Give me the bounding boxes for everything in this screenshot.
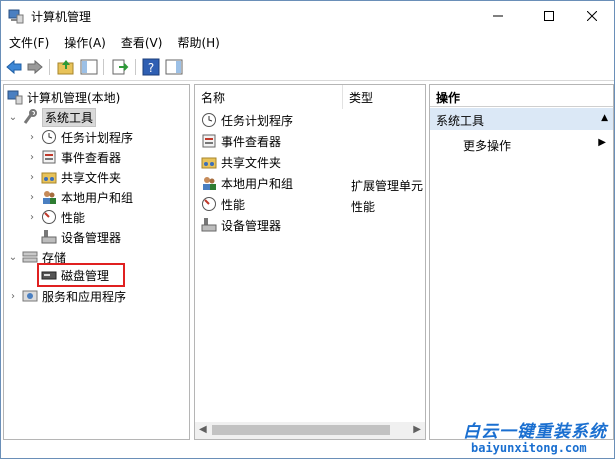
- event-viewer-icon: [202, 134, 216, 148]
- tree-label: 性能: [61, 210, 86, 225]
- computer-management-window: 计算机管理 文件(F) 操作(A) 查看(V) 帮助(H) ? 计算机管理(本地…: [0, 0, 615, 459]
- tree-item-performance[interactable]: › 性能: [26, 207, 85, 227]
- device-manager-icon: [201, 218, 217, 232]
- list-item-name: 事件查看器: [221, 134, 282, 149]
- chevron-right-icon[interactable]: ›: [26, 191, 38, 203]
- forward-arrow-icon[interactable]: [26, 58, 44, 76]
- tree-label: 任务计划程序: [61, 130, 134, 145]
- list-item-name: 任务计划程序: [221, 113, 294, 128]
- window-title: 计算机管理: [31, 10, 92, 24]
- scrollbar-thumb[interactable]: [212, 425, 390, 435]
- column-header-name[interactable]: 名称: [195, 85, 343, 109]
- actions-section-system-tools[interactable]: 系统工具: [430, 108, 613, 130]
- list-item-type: 性能: [351, 200, 376, 214]
- chevron-right-icon[interactable]: ›: [26, 131, 38, 143]
- tree-item-event-viewer[interactable]: › 事件查看器: [26, 147, 121, 167]
- list-item-name: 设备管理器: [221, 218, 282, 233]
- tree-label: 服务和应用程序: [42, 289, 127, 304]
- list-item[interactable]: 本地用户和组: [201, 173, 293, 193]
- horizontal-scrollbar[interactable]: ◀ ▶: [195, 422, 425, 439]
- device-manager-icon: [41, 230, 57, 244]
- list-view-pane: 名称 类型 任务计划程序 事件查看器 共享文件夹 本地用户和组 扩展管理单元 性…: [194, 84, 426, 440]
- submenu-arrow-icon: ▶: [598, 137, 606, 148]
- svg-text:?: ?: [148, 61, 154, 75]
- maximize-button[interactable]: [526, 1, 572, 31]
- tree-label: 设备管理器: [61, 230, 122, 245]
- chevron-right-icon[interactable]: ›: [26, 211, 38, 223]
- more-actions-item[interactable]: 更多操作: [463, 137, 511, 154]
- list-item[interactable]: 任务计划程序: [201, 110, 293, 130]
- tree-label: 共享文件夹: [61, 170, 122, 185]
- services-icon: [22, 290, 38, 302]
- list-item[interactable]: 事件查看器: [201, 131, 281, 151]
- menu-bar: 文件(F) 操作(A) 查看(V) 帮助(H): [1, 31, 614, 53]
- close-button[interactable]: [569, 1, 615, 31]
- users-icon: [43, 191, 56, 204]
- shared-folder-icon: [41, 172, 57, 184]
- list-item-name: 本地用户和组: [221, 176, 294, 191]
- actions-pane: 操作 系统工具 ▲ 更多操作 ▶: [429, 84, 614, 440]
- list-item-name: 共享文件夹: [221, 155, 282, 170]
- watermark-logo: 白云一键重装系统 baiyunxitong.com: [463, 411, 613, 459]
- export-list-icon[interactable]: [111, 58, 129, 76]
- watermark-chinese: 白云一键重装系统: [463, 422, 607, 442]
- users-icon: [203, 177, 216, 190]
- performance-icon: [42, 210, 56, 224]
- tree-item-system-tools[interactable]: ⌄ 系统工具: [7, 107, 97, 127]
- column-header-type[interactable]: 类型: [343, 85, 425, 109]
- chevron-right-icon[interactable]: ›: [7, 290, 19, 302]
- scroll-right-icon[interactable]: ▶: [413, 424, 421, 435]
- list-item-name: 性能: [221, 197, 246, 212]
- list-item[interactable]: 设备管理器: [201, 215, 281, 235]
- minimize-icon: [493, 15, 503, 17]
- close-icon: [587, 11, 597, 21]
- back-arrow-icon[interactable]: [5, 58, 23, 76]
- actions-header: 操作: [430, 85, 613, 107]
- system-tools-icon: [23, 109, 37, 124]
- tree-item-task-scheduler[interactable]: › 任务计划程序: [26, 127, 133, 147]
- list-item[interactable]: 性能: [201, 194, 245, 214]
- tree-label: 系统工具: [42, 107, 97, 127]
- navigation-tree-pane: 计算机管理(本地) ⌄ 系统工具 › 任务计划程序 › 事件查看器 › 共享文件…: [3, 84, 190, 440]
- tree-item-local-users[interactable]: › 本地用户和组: [26, 187, 133, 207]
- disk-management-highlight-box: [37, 263, 125, 287]
- scroll-left-icon[interactable]: ◀: [199, 424, 207, 435]
- up-folder-icon[interactable]: [57, 58, 75, 76]
- tree-label: 本地用户和组: [61, 190, 134, 205]
- tree-item-device-manager[interactable]: 设备管理器: [41, 227, 121, 247]
- clock-icon: [202, 113, 216, 127]
- performance-icon: [202, 197, 216, 211]
- toolbar: ?: [1, 53, 614, 81]
- menu-view[interactable]: 查看(V): [113, 31, 170, 53]
- computer-management-app-icon: [8, 9, 24, 24]
- chevron-right-icon[interactable]: ›: [26, 171, 38, 183]
- event-viewer-icon: [42, 150, 56, 164]
- shared-folder-icon: [201, 157, 217, 169]
- tree-label: 事件查看器: [61, 150, 122, 165]
- chevron-down-icon[interactable]: ⌄: [7, 111, 19, 123]
- minimize-button[interactable]: [475, 1, 521, 31]
- chevron-right-icon[interactable]: ›: [26, 151, 38, 163]
- collapse-up-icon[interactable]: ▲: [601, 113, 608, 123]
- menu-action[interactable]: 操作(A): [56, 31, 113, 53]
- tree-item-shared-folders[interactable]: › 共享文件夹: [26, 167, 121, 187]
- chevron-down-icon[interactable]: ⌄: [7, 251, 19, 263]
- watermark-url: baiyunxitong.com: [471, 441, 587, 455]
- tree-item-root[interactable]: 计算机管理(本地): [7, 87, 120, 107]
- maximize-icon: [544, 11, 554, 21]
- title-bar: 计算机管理: [1, 1, 614, 31]
- clock-icon: [42, 130, 56, 144]
- show-action-pane-icon[interactable]: [165, 58, 183, 76]
- computer-management-icon: [7, 90, 23, 105]
- help-icon[interactable]: ?: [142, 58, 160, 76]
- menu-help[interactable]: 帮助(H): [169, 31, 226, 53]
- storage-icon: [22, 251, 38, 263]
- tree-label: 计算机管理(本地): [27, 90, 121, 105]
- show-hide-tree-icon[interactable]: [80, 58, 98, 76]
- menu-file[interactable]: 文件(F): [1, 31, 56, 53]
- list-item[interactable]: 共享文件夹: [201, 152, 281, 172]
- tree-item-services[interactable]: › 服务和应用程序: [7, 286, 126, 306]
- list-item-type: 扩展管理单元: [351, 179, 424, 193]
